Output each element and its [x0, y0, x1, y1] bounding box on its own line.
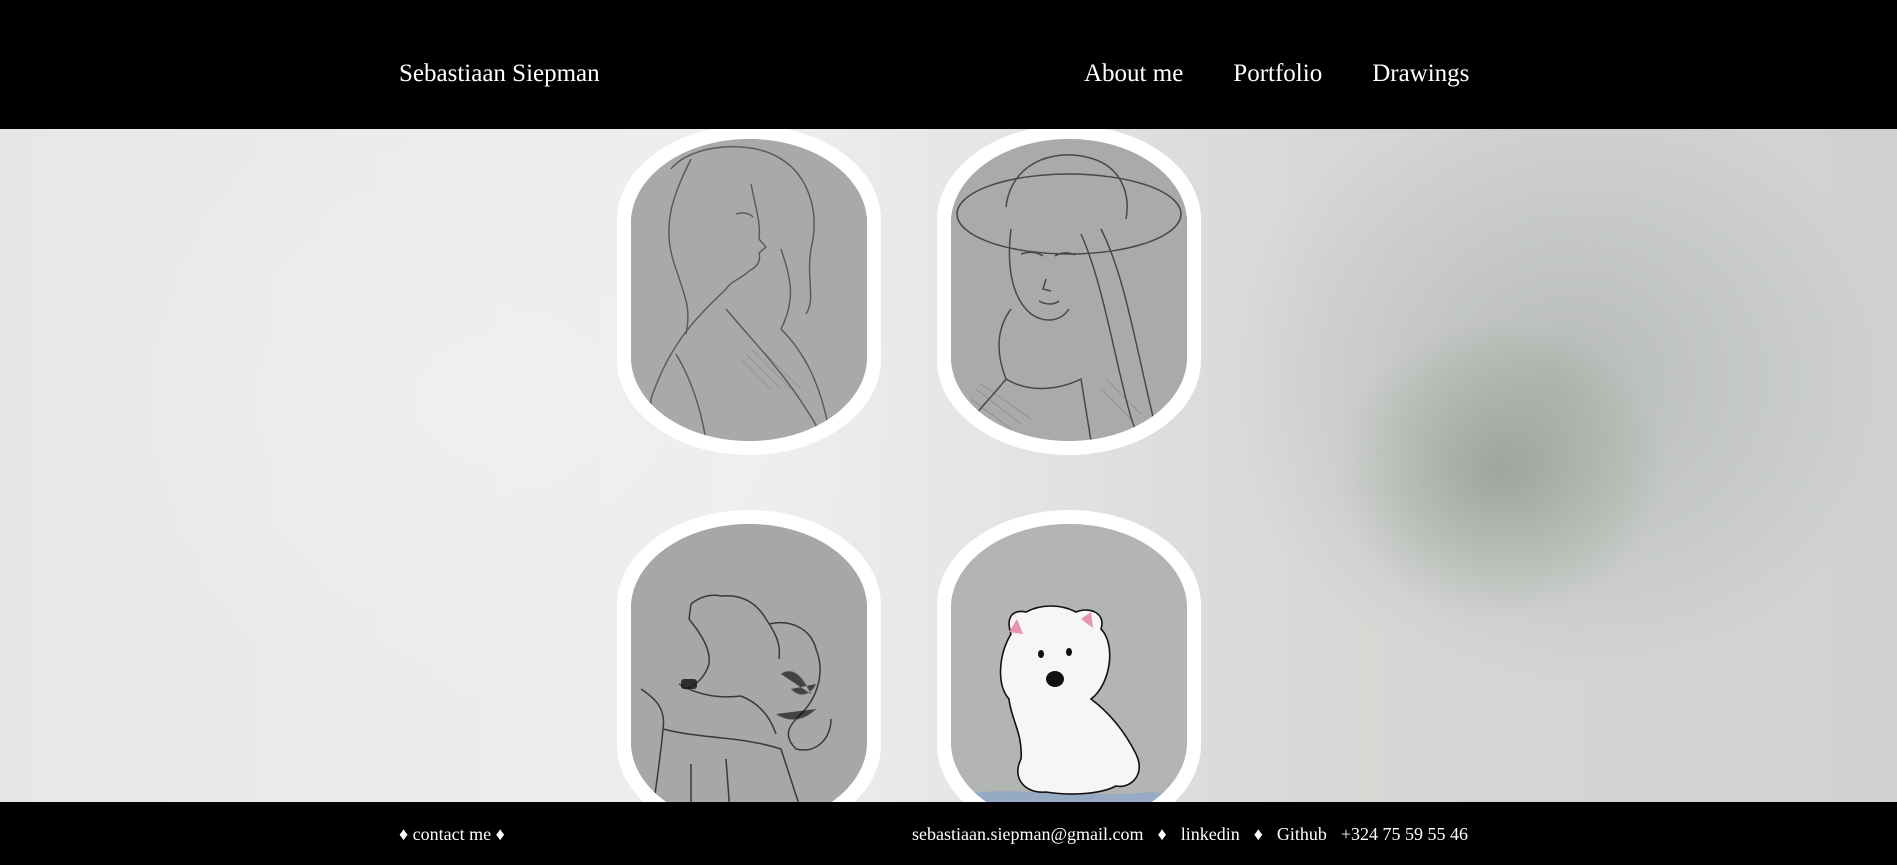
- nav-drawings[interactable]: Drawings: [1372, 60, 1469, 88]
- woman-looking-down-icon: [631, 139, 867, 441]
- drawing-card[interactable]: [617, 125, 881, 455]
- site-footer: ♦ contact me ♦ sebastiaan.siepman@gmail.…: [0, 802, 1897, 865]
- diamond-separator-icon: ♦: [1157, 824, 1167, 844]
- phone-link[interactable]: +324 75 59 55 46: [1341, 824, 1468, 845]
- site-brand[interactable]: Sebastiaan Siepman: [399, 60, 600, 88]
- nav-about-me[interactable]: About me: [1084, 60, 1183, 88]
- main-nav: About me Portfolio Drawings: [1084, 60, 1469, 88]
- footer-contact-links: sebastiaan.siepman@gmail.com ♦ linkedin …: [912, 824, 1468, 845]
- drawing-card[interactable]: [617, 510, 881, 840]
- drawing-card[interactable]: [937, 125, 1201, 455]
- diamond-separator-icon: ♦: [1253, 824, 1263, 844]
- site-header: Sebastiaan Siepman About me Portfolio Dr…: [0, 0, 1897, 129]
- white-puppy-icon: [951, 524, 1187, 826]
- contact-me-link[interactable]: ♦ contact me ♦: [399, 824, 505, 845]
- drawing-card[interactable]: [937, 510, 1201, 840]
- woman-with-hat-icon: [951, 139, 1187, 441]
- email-link[interactable]: sebastiaan.siepman@gmail.com: [912, 824, 1144, 845]
- drawing-gallery: [0, 0, 1897, 865]
- reclining-couple-icon: [631, 524, 867, 826]
- github-link[interactable]: Github: [1277, 824, 1327, 845]
- linkedin-link[interactable]: linkedin: [1181, 824, 1240, 845]
- nav-portfolio[interactable]: Portfolio: [1233, 60, 1322, 88]
